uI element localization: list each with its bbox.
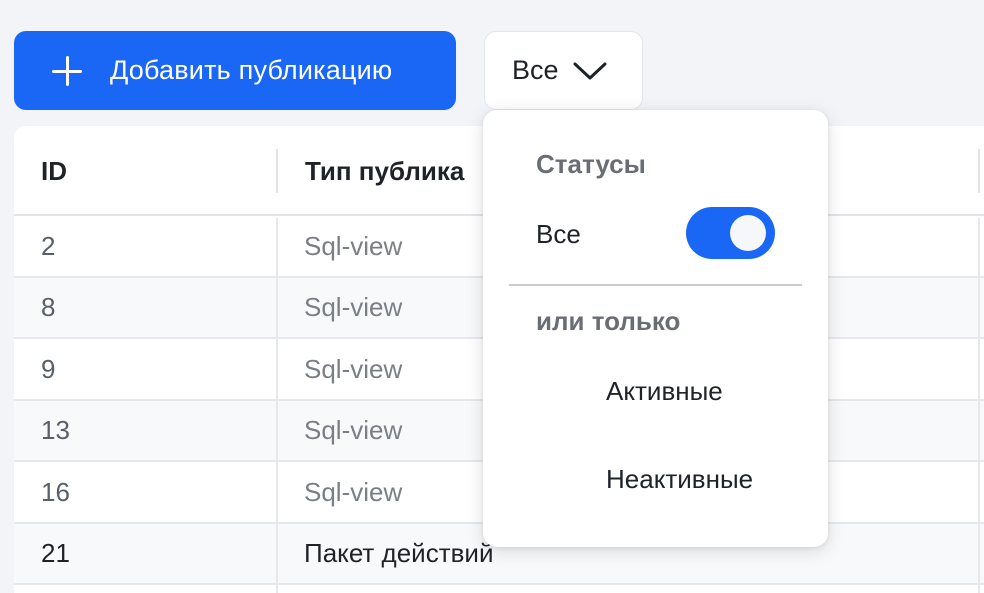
- plus-icon: [52, 55, 82, 86]
- dropdown-divider: [509, 284, 802, 286]
- column-separator: [978, 149, 980, 193]
- cell-id: 9: [41, 353, 56, 384]
- column-header-type[interactable]: Тип публика: [305, 126, 464, 216]
- cell-id: 8: [41, 292, 56, 322]
- or-only-heading: или только: [536, 306, 681, 336]
- chevron-down-icon: [573, 62, 607, 79]
- column-header-id[interactable]: ID: [41, 126, 67, 216]
- toggle-knob: [730, 215, 766, 251]
- cell-id: 16: [41, 476, 70, 507]
- cell-type: Sql-view: [304, 353, 403, 384]
- page: Добавить публикацию Все ID Тип публика 2…: [0, 0, 984, 593]
- add-publication-label: Добавить публикацию: [110, 55, 393, 85]
- statuses-heading: Статусы: [536, 149, 646, 179]
- status-filter-label: Все: [512, 55, 559, 85]
- option-inactive[interactable]: Неактивные: [606, 464, 753, 495]
- status-filter-button[interactable]: Все: [484, 31, 643, 110]
- cell-type: Пакет действий: [304, 538, 494, 568]
- cell-type: Sql-view: [304, 415, 403, 445]
- all-statuses-toggle[interactable]: [686, 207, 775, 259]
- column-separator: [276, 149, 278, 193]
- column-divider: [276, 218, 278, 593]
- column-divider: [978, 218, 980, 593]
- status-filter-dropdown: Статусы Все или только Активные Неактивн…: [483, 110, 828, 547]
- add-publication-button[interactable]: Добавить публикацию: [14, 31, 456, 110]
- all-statuses-label: Все: [536, 219, 581, 249]
- option-active[interactable]: Активные: [606, 376, 723, 407]
- cell-id: 21: [41, 538, 70, 568]
- cell-type: Sql-view: [304, 476, 403, 507]
- cell-type: Sql-view: [304, 292, 403, 322]
- cell-type: Sql-view: [304, 230, 403, 261]
- cell-id: 13: [41, 415, 70, 445]
- cell-id: 2: [41, 230, 56, 261]
